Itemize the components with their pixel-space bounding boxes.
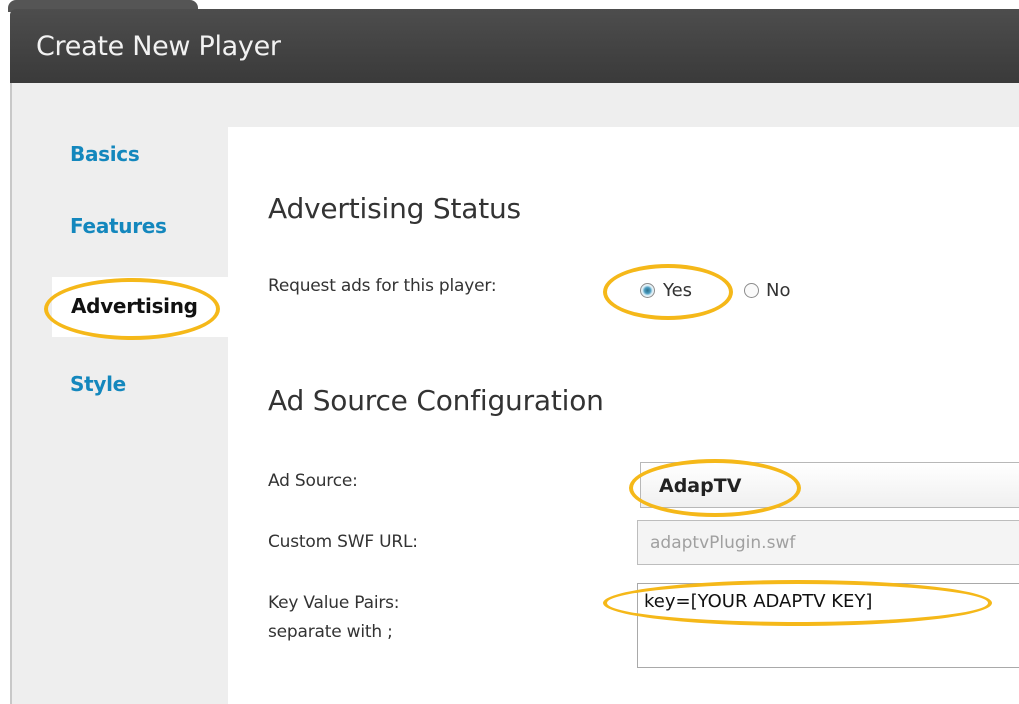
- ad-source-label: Ad Source:: [268, 471, 358, 491]
- radio-no-label[interactable]: No: [766, 280, 790, 301]
- section-title-advertising-status: Advertising Status: [268, 192, 521, 225]
- radio-no[interactable]: [744, 283, 759, 298]
- custom-swf-url-value: adaptvPlugin.swf: [650, 533, 796, 553]
- key-value-pairs-hint: separate with ;: [268, 622, 393, 642]
- dialog-title: Create New Player: [36, 31, 281, 62]
- sidebar-item-basics[interactable]: Basics: [70, 142, 140, 166]
- section-title-ad-source-config: Ad Source Configuration: [268, 384, 604, 417]
- custom-swf-url-label: Custom SWF URL:: [268, 532, 418, 552]
- sidebar-item-advertising-label: Advertising: [71, 294, 198, 318]
- ad-source-selected-value: AdapTV: [659, 475, 742, 497]
- key-value-pairs-label: Key Value Pairs:: [268, 593, 400, 613]
- sidebar-item-features[interactable]: Features: [70, 214, 167, 238]
- sidebar-item-style[interactable]: Style: [70, 372, 126, 396]
- radio-yes[interactable]: [640, 283, 655, 298]
- custom-swf-url-field[interactable]: adaptvPlugin.swf: [637, 520, 1019, 565]
- key-value-pairs-value: key=[YOUR ADAPTV KEY]: [644, 591, 873, 612]
- key-value-pairs-textarea[interactable]: key=[YOUR ADAPTV KEY]: [637, 583, 1019, 668]
- dialog-header: Create New Player: [10, 9, 1019, 83]
- request-ads-label: Request ads for this player:: [268, 276, 497, 296]
- radio-yes-label[interactable]: Yes: [663, 280, 692, 301]
- ad-source-select[interactable]: AdapTV: [640, 462, 1019, 508]
